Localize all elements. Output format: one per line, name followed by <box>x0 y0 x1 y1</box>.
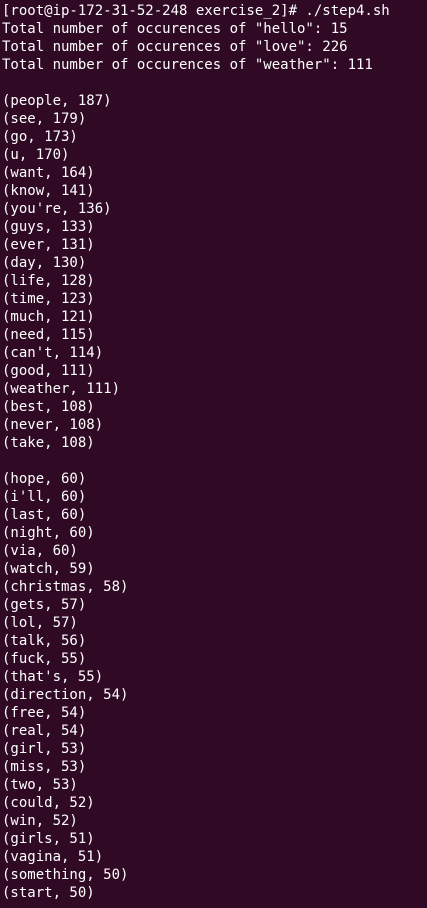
word-count-line: (talk, 56) <box>2 633 87 649</box>
word-count-line: (something, 50) <box>2 867 129 883</box>
word-count-line: (night, 60) <box>2 525 95 541</box>
top-words-list: (people, 187) (see, 179) (go, 173) (u, 1… <box>2 92 427 452</box>
word-count-line: (win, 52) <box>2 813 78 829</box>
second-words-list: (hope, 60) (i'll, 60) (last, 60) (night,… <box>2 470 427 902</box>
word-count-line: (ever, 131) <box>2 237 95 253</box>
word-count-line: (time, 123) <box>2 291 95 307</box>
word-count-line: (you're, 136) <box>2 201 112 217</box>
word-count-line: (that's, 55) <box>2 669 104 685</box>
word-count-line: (hope, 60) <box>2 471 87 487</box>
word-count-line: (start, 50) <box>2 885 95 901</box>
word-count-line: (day, 130) <box>2 255 87 271</box>
word-count-line: (can't, 114) <box>2 345 104 361</box>
word-count-line: (want, 164) <box>2 165 95 181</box>
word-count-line: (fuck, 55) <box>2 651 87 667</box>
word-count-line: (girl, 53) <box>2 741 87 757</box>
total-love-line: Total number of occurences of "love": 22… <box>2 39 348 55</box>
word-count-line: (lol, 57) <box>2 615 78 631</box>
word-count-line: (real, 54) <box>2 723 87 739</box>
word-count-line: (direction, 54) <box>2 687 129 703</box>
word-count-line: (vagina, 51) <box>2 849 104 865</box>
word-count-line: (via, 60) <box>2 543 78 559</box>
word-count-line: (could, 52) <box>2 795 95 811</box>
word-count-line: (miss, 53) <box>2 759 87 775</box>
word-count-line: (i'll, 60) <box>2 489 87 505</box>
word-count-line: (two, 53) <box>2 777 78 793</box>
word-count-line: (u, 170) <box>2 147 70 163</box>
word-count-line: (best, 108) <box>2 399 95 415</box>
word-count-line: (see, 179) <box>2 111 87 127</box>
word-count-line: (watch, 59) <box>2 561 95 577</box>
word-count-line: (know, 141) <box>2 183 95 199</box>
terminal-window[interactable]: [root@ip-172-31-52-248 exercise_2]# ./st… <box>0 0 427 908</box>
word-count-line: (take, 108) <box>2 435 95 451</box>
word-count-line: (life, 128) <box>2 273 95 289</box>
word-count-line: (need, 115) <box>2 327 95 343</box>
word-count-line: (christmas, 58) <box>2 579 129 595</box>
word-count-line: (go, 173) <box>2 129 78 145</box>
word-count-line: (free, 54) <box>2 705 87 721</box>
word-count-line: (much, 121) <box>2 309 95 325</box>
word-count-line: (girls, 51) <box>2 831 95 847</box>
word-count-line: (last, 60) <box>2 507 87 523</box>
word-count-line: (good, 111) <box>2 363 95 379</box>
word-count-line: (people, 187) <box>2 93 112 109</box>
word-count-line: (never, 108) <box>2 417 104 433</box>
word-count-line: (gets, 57) <box>2 597 87 613</box>
total-weather-line: Total number of occurences of "weather":… <box>2 57 373 73</box>
total-hello-line: Total number of occurences of "hello": 1… <box>2 21 348 37</box>
command-prompt-line: [root@ip-172-31-52-248 exercise_2]# ./st… <box>2 3 390 19</box>
word-count-line: (weather, 111) <box>2 381 121 397</box>
word-count-line: (guys, 133) <box>2 219 95 235</box>
